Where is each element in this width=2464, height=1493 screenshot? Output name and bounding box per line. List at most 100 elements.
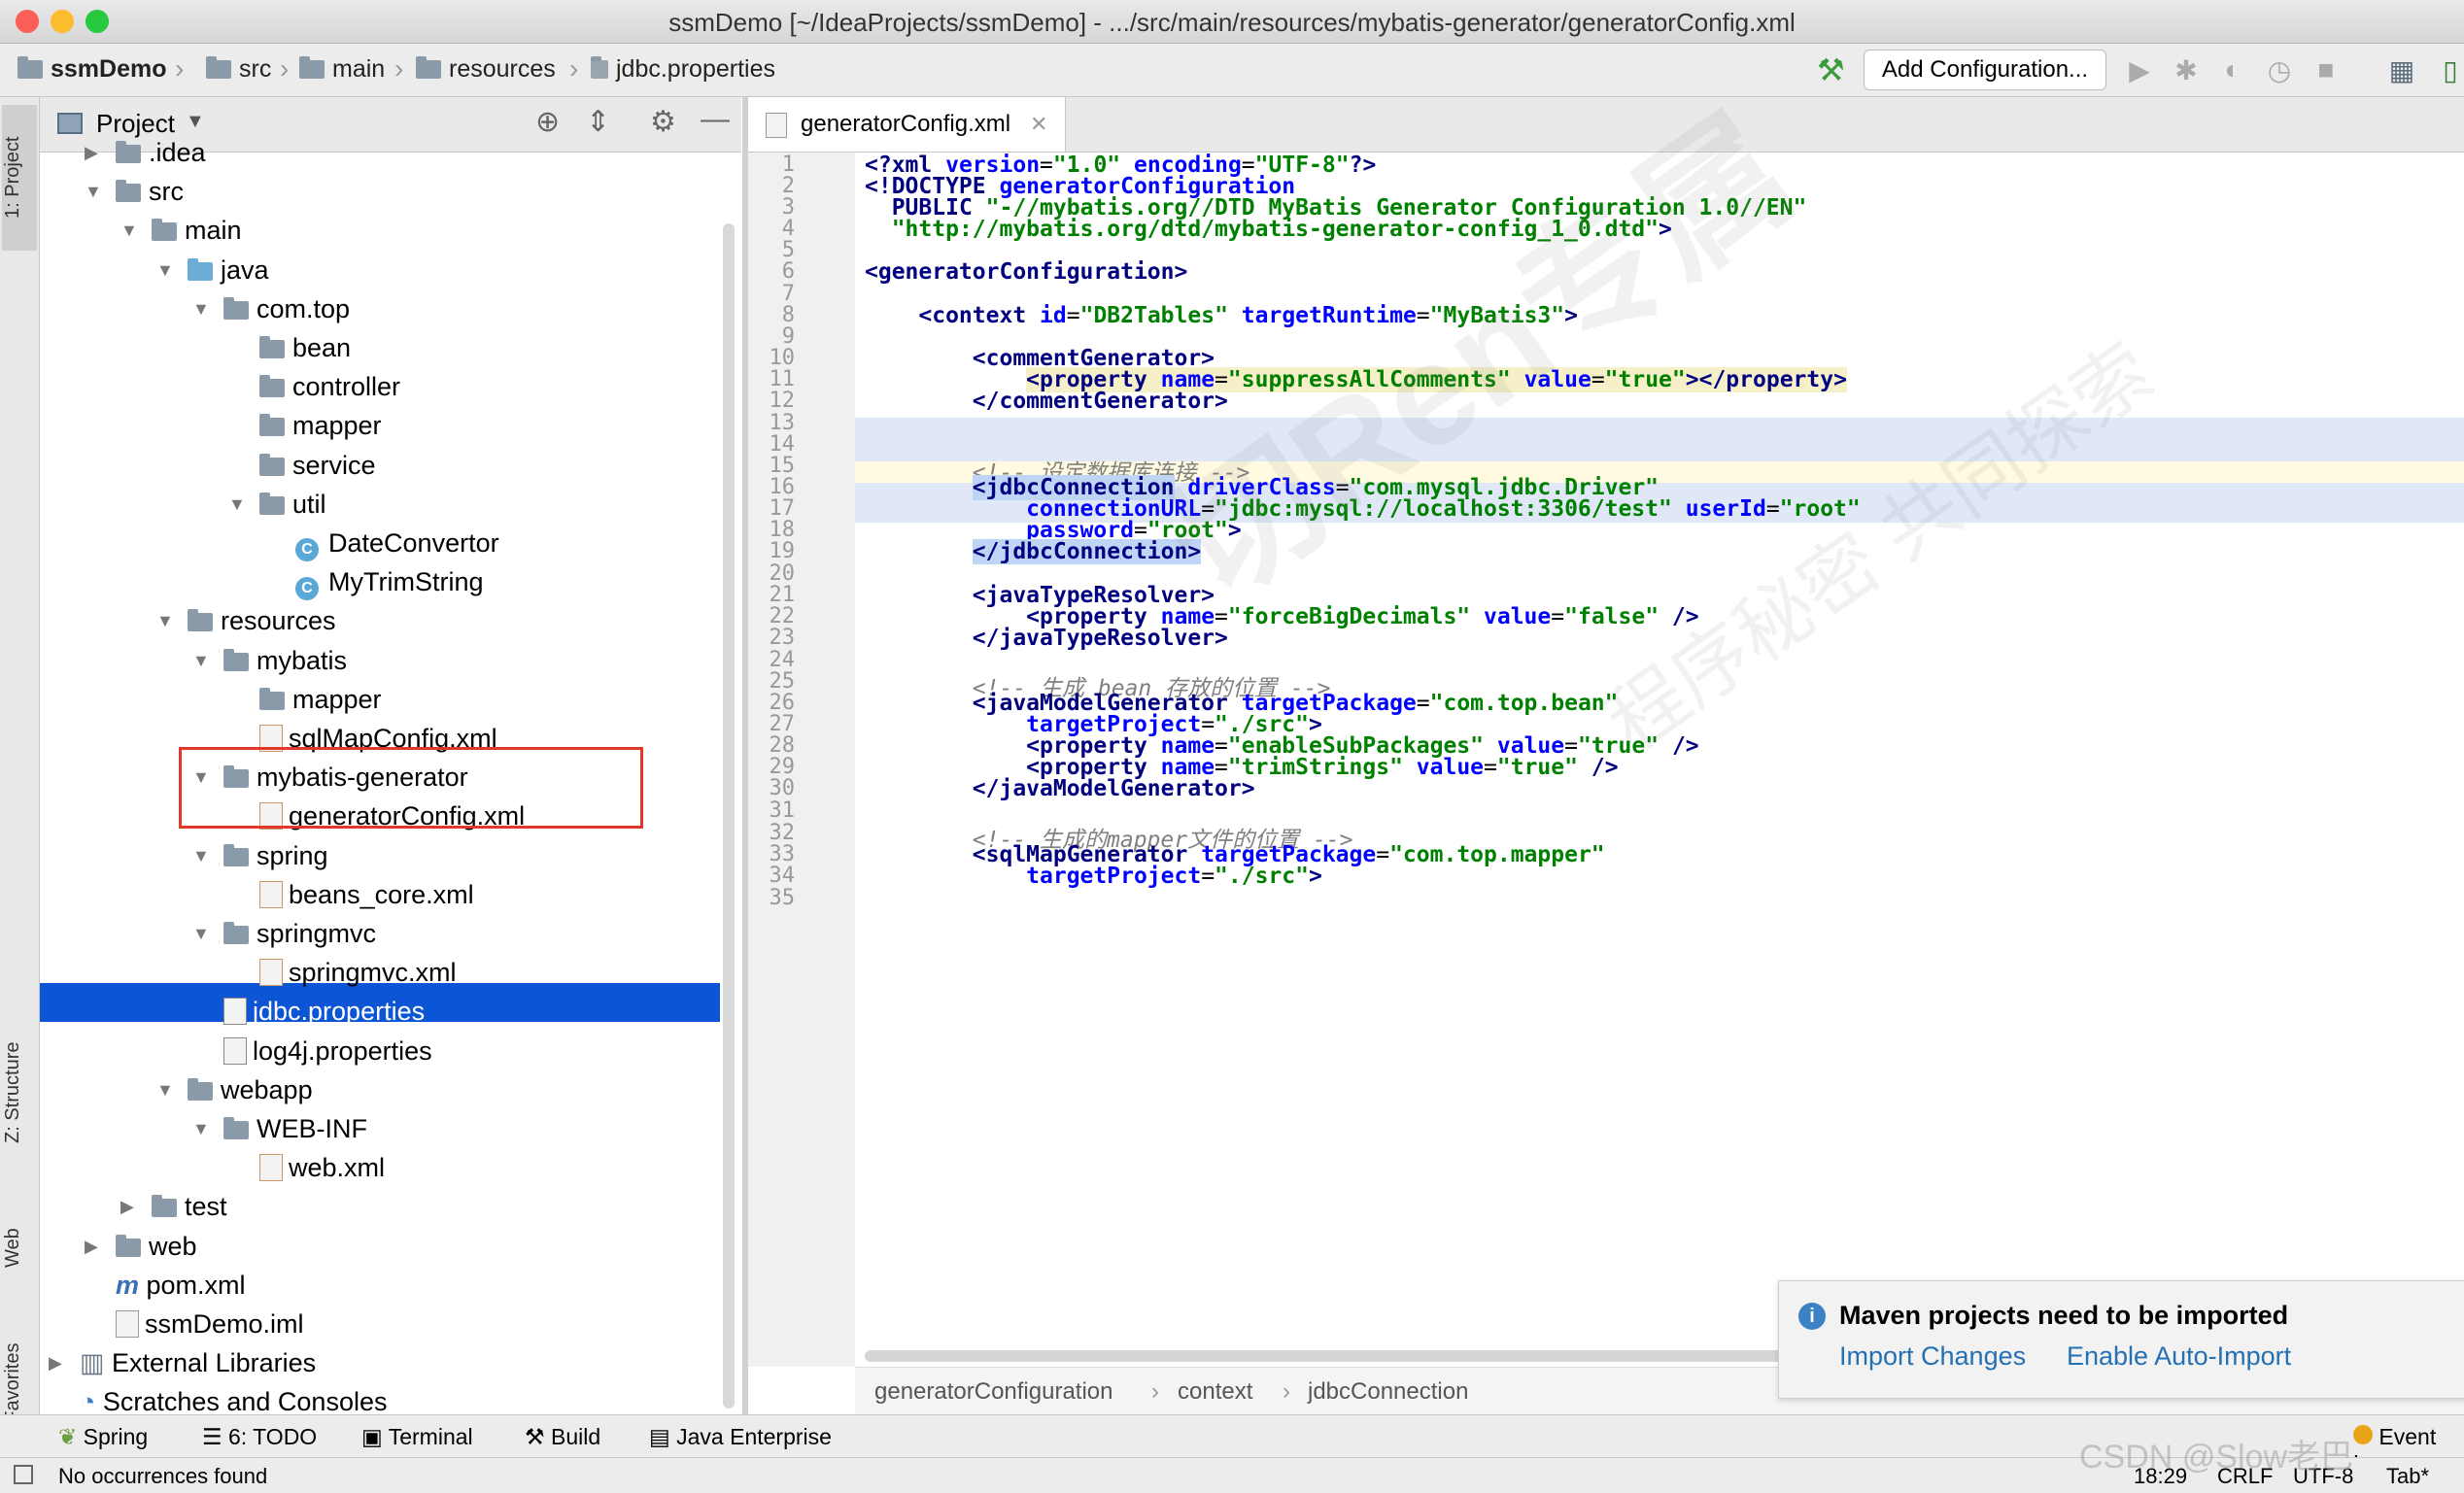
horizontal-scrollbar[interactable] — [865, 1350, 1836, 1362]
nav-crumb-main[interactable]: main — [299, 55, 385, 84]
code-line: <context id="DB2Tables" targetRuntime="M… — [918, 303, 1578, 328]
tree-item[interactable]: ▶ .idea — [85, 133, 206, 172]
expand-arrow-icon[interactable]: ▼ — [120, 211, 138, 250]
tree-item[interactable]: C DateConvertor — [295, 524, 499, 562]
expand-arrow-icon[interactable]: ▼ — [156, 601, 174, 640]
tree-item[interactable]: jdbc.properties — [223, 992, 425, 1031]
chevron-down-icon[interactable]: ▼ — [186, 111, 205, 133]
tree-item[interactable]: mapper — [259, 680, 382, 719]
expand-arrow-icon[interactable]: ▼ — [228, 485, 246, 524]
tree-item-label: controller — [292, 372, 401, 401]
tree-item[interactable]: ▼ com.top — [192, 289, 350, 328]
chevron-right-icon: › — [175, 53, 185, 84]
tree-item-label: main — [185, 216, 242, 245]
tree-item-label: ssmDemo.iml — [145, 1309, 304, 1339]
tool-window-java-enterprise[interactable]: ▤ Java Enterprise — [649, 1424, 832, 1450]
close-tab-icon[interactable]: ✕ — [1030, 97, 1047, 152]
tree-item[interactable]: ▼ resources — [156, 601, 336, 640]
tree-item[interactable]: m pom.xml — [116, 1266, 246, 1305]
locate-icon[interactable]: ⊕ — [535, 105, 560, 139]
expand-arrow-icon[interactable]: ▼ — [192, 914, 210, 953]
tree-item[interactable]: ▼ WEB-INF — [192, 1109, 367, 1148]
enable-auto-import-link[interactable]: Enable Auto-Import — [2067, 1341, 2291, 1372]
tree-item[interactable]: ▶ test — [120, 1187, 227, 1226]
gear-icon[interactable]: ⚙ — [650, 105, 676, 139]
tree-item[interactable]: service — [259, 446, 376, 485]
tree-item[interactable]: web.xml — [259, 1148, 385, 1187]
tree-item[interactable]: controller — [259, 367, 400, 406]
breadcrumb-item[interactable]: context — [1178, 1368, 1252, 1415]
tool-window-spring[interactable]: ❦ Spring — [58, 1424, 148, 1450]
tree-item[interactable]: ▼ java — [156, 251, 269, 289]
breadcrumb-item[interactable]: jdbcConnection — [1308, 1368, 1468, 1415]
folder-icon — [416, 56, 441, 79]
nav-crumb-project[interactable]: ssmDemo — [17, 55, 167, 84]
indent-setting[interactable]: Tab* — [2386, 1464, 2429, 1489]
tree-item[interactable]: ▶ ▥ External Libraries — [49, 1343, 316, 1382]
tree-item[interactable]: ▼ webapp — [156, 1070, 313, 1109]
expand-arrow-icon[interactable]: ▼ — [192, 836, 210, 875]
project-structure-icon[interactable]: ▦ — [2385, 54, 2418, 86]
tree-item[interactable]: ▼ spring — [192, 836, 328, 875]
editor-gutter: 1 2 3 4 5 6 7 8 9 10 11 12 13 14 15 16 17 18 19 20 21 22 23 24 2… — [748, 153, 856, 1367]
nav-crumb-resources[interactable]: resources — [416, 55, 556, 84]
collapse-arrow-icon[interactable]: ▶ — [85, 1227, 98, 1266]
tree-item[interactable]: ssmDemo.iml — [116, 1305, 304, 1343]
toggle-tool-windows-icon[interactable] — [14, 1465, 33, 1484]
code-line: <generatorConfiguration> — [865, 259, 1188, 285]
tool-tab-project[interactable]: 1: Project — [2, 105, 37, 251]
event-log-icon — [2353, 1425, 2373, 1444]
layout-icon[interactable]: ▯ — [2434, 54, 2464, 86]
import-changes-link[interactable]: Import Changes — [1839, 1341, 2026, 1372]
tool-window-build[interactable]: ⚒ Build — [525, 1424, 600, 1450]
collapse-arrow-icon[interactable]: ▶ — [85, 133, 98, 172]
breadcrumb-item[interactable]: generatorConfiguration — [874, 1368, 1113, 1415]
expand-arrow-icon[interactable]: ▼ — [192, 641, 210, 680]
build-hammer-icon[interactable]: ⚒ — [1817, 51, 1845, 88]
run-icon[interactable]: ▶ — [2123, 54, 2156, 86]
tree-item[interactable]: C MyTrimString — [295, 562, 484, 601]
code-editor[interactable]: <?xml version="1.0" encoding="UTF-8"?> <… — [855, 153, 2464, 1367]
collapse-arrow-icon[interactable]: ▶ — [49, 1343, 62, 1382]
tree-item-label: web.xml — [289, 1153, 386, 1182]
coverage-icon[interactable]: ◐ — [2216, 54, 2249, 85]
tool-tab-structure[interactable]: Z: Structure — [2, 1010, 37, 1175]
stop-icon[interactable]: ■ — [2310, 54, 2343, 85]
hide-panel-icon[interactable]: — — [701, 103, 730, 136]
tree-item[interactable]: beans_core.xml — [259, 875, 474, 914]
project-scrollbar[interactable] — [723, 223, 735, 1408]
tree-item[interactable]: bean — [259, 328, 351, 367]
tree-item[interactable]: ▼ springmvc — [192, 914, 376, 953]
tree-item[interactable]: ▶ web — [85, 1227, 197, 1266]
tree-item[interactable]: mapper — [259, 406, 382, 445]
tree-item[interactable]: ▼ mybatis — [192, 641, 347, 680]
expand-arrow-icon[interactable]: ▼ — [192, 1109, 210, 1148]
collapse-arrow-icon[interactable]: ▶ — [120, 1187, 134, 1226]
tree-item[interactable]: springmvc.xml — [259, 953, 457, 992]
tree-item[interactable]: log4j.properties — [223, 1032, 432, 1070]
folder-icon — [259, 688, 285, 710]
hammer-icon: ⚒ — [525, 1424, 552, 1449]
tree-item-label: service — [292, 451, 376, 480]
nav-crumb-file[interactable]: jdbc.properties — [591, 55, 775, 84]
tool-window-terminal[interactable]: ▣ Terminal — [361, 1424, 473, 1450]
expand-arrow-icon[interactable]: ▼ — [156, 251, 174, 289]
expand-arrow-icon[interactable]: ▼ — [192, 289, 210, 328]
folder-icon — [152, 219, 177, 241]
tool-window-todo[interactable]: ☰ 6: TODO — [202, 1424, 317, 1450]
code-line: </jdbcConnection> — [972, 539, 1202, 564]
expand-arrow-icon[interactable]: ▼ — [156, 1070, 174, 1109]
add-configuration-button[interactable]: Add Configuration... — [1864, 50, 2106, 90]
tab-generatorconfig[interactable]: generatorConfig.xml ✕ — [748, 97, 1066, 152]
folder-icon — [259, 336, 285, 358]
debug-icon[interactable]: ✱ — [2170, 54, 2203, 86]
tree-item[interactable]: ▼ util — [228, 485, 326, 524]
tree-item[interactable]: ▼ main — [120, 211, 242, 250]
code-line: </javaTypeResolver> — [972, 626, 1228, 651]
profile-icon[interactable]: ◷ — [2263, 54, 2296, 86]
tree-item[interactable]: ▼ src — [85, 172, 184, 211]
expand-arrow-icon[interactable]: ▼ — [85, 172, 102, 211]
nav-crumb-src[interactable]: src — [206, 55, 271, 84]
tool-tab-web[interactable]: Web — [2, 1209, 37, 1287]
collapse-all-icon[interactable]: ⇕ — [586, 105, 610, 139]
